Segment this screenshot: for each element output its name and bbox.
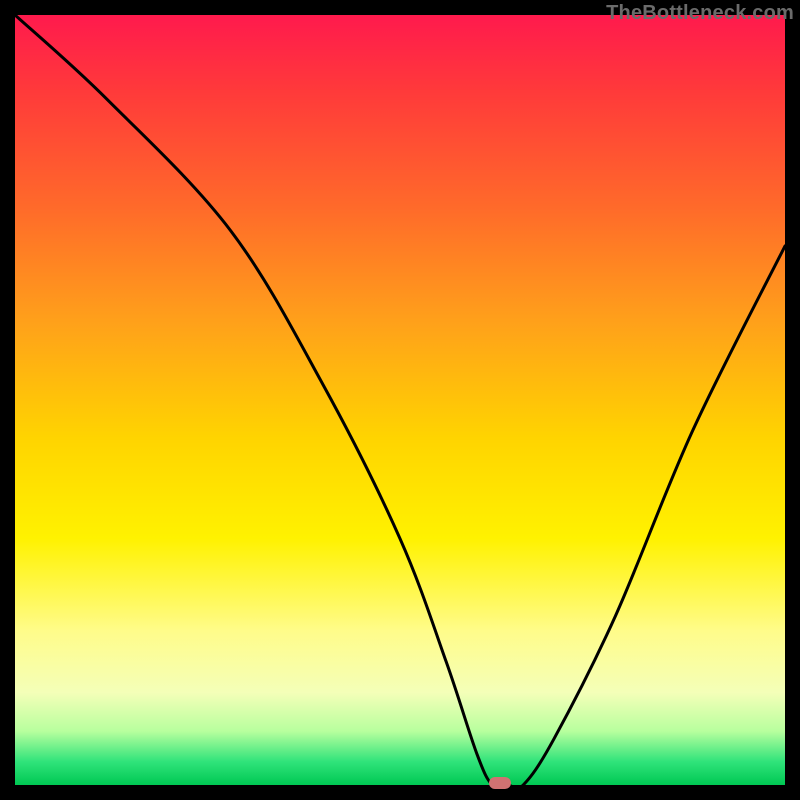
- optimal-point-marker: [489, 777, 511, 789]
- curve-path: [15, 15, 785, 785]
- watermark-text: TheBottleneck.com: [606, 2, 794, 25]
- chart-frame: TheBottleneck.com: [0, 0, 800, 800]
- chart-plot-area: [15, 15, 785, 785]
- bottleneck-curve: [15, 15, 785, 785]
